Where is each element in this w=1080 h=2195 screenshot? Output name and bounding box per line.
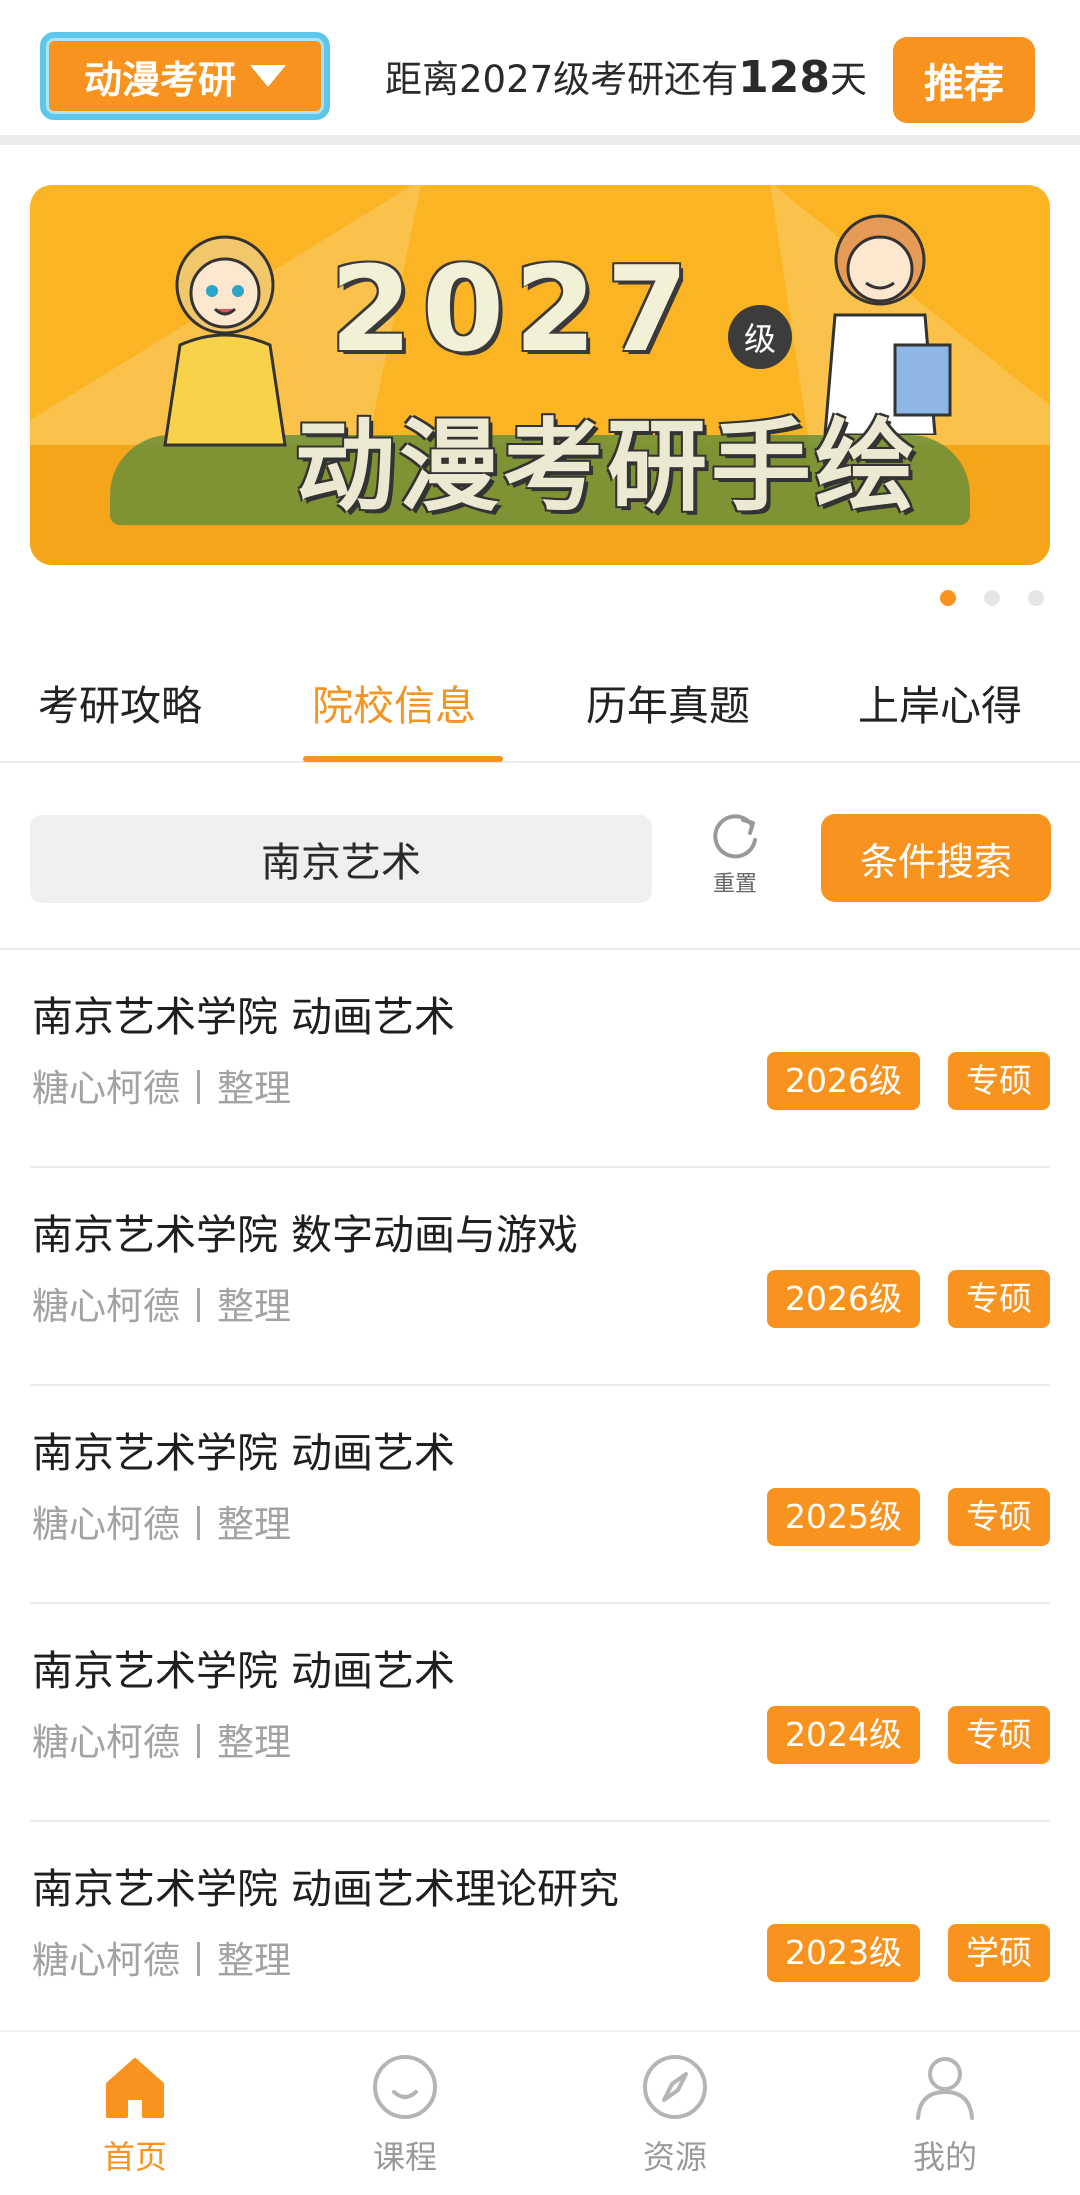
item-title: 南京艺术学院 动画艺术: [32, 993, 456, 1041]
tabbar-item-courses[interactable]: 课程: [330, 2052, 480, 2178]
list-item[interactable]: 南京艺术学院 动画艺术 糖心柯德丨整理 2024级 专硕: [30, 1604, 1050, 1822]
banner-slogan: 动漫考研手绘: [295, 408, 919, 525]
item-meta: 糖心柯德丨整理: [32, 1939, 291, 1982]
list-item[interactable]: 南京艺术学院 动画艺术 糖心柯德丨整理 2026级 专硕: [30, 950, 1050, 1168]
tabbar-label: 资源: [642, 2138, 707, 2176]
countdown-suffix: 天: [830, 58, 868, 101]
tabbar-item-resources[interactable]: 资源: [600, 2052, 750, 2178]
course-smile-icon: [373, 2055, 437, 2119]
tabbar-item-home[interactable]: 首页: [60, 2052, 210, 2178]
item-title: 南京艺术学院 数字动画与游戏: [32, 1211, 579, 1259]
search-bar: 重置 条件搜索: [0, 790, 1080, 950]
item-meta: 糖心柯德丨整理: [32, 1285, 291, 1328]
compass-icon: [643, 2055, 707, 2119]
item-tags: 2023级 学硕: [767, 1924, 1050, 1982]
carousel-dot[interactable]: [984, 590, 1000, 606]
refresh-icon: [713, 814, 757, 859]
banner-year-text: 2027: [330, 240, 699, 378]
home-icon: [106, 2058, 164, 2118]
filter-search-button[interactable]: 条件搜索: [821, 814, 1051, 902]
item-tags: 2024级 专硕: [767, 1706, 1050, 1764]
category-tabs: 考研攻略 院校信息 历年真题 上岸心得: [0, 650, 1080, 763]
item-meta: 糖心柯德丨整理: [32, 1503, 291, 1546]
year-badge: 2025级: [767, 1488, 920, 1546]
degree-badge: 专硕: [948, 1706, 1050, 1764]
reset-button[interactable]: 重置: [700, 808, 770, 898]
carousel-indicator: [940, 590, 1044, 606]
user-icon: [916, 2057, 974, 2120]
banner-character-left: [163, 235, 287, 447]
bottom-tab-bar: 首页 课程 资源 我的: [0, 2030, 1080, 2195]
app-switch-button[interactable]: 动漫考研: [40, 32, 330, 120]
item-tags: 2026级 专硕: [767, 1052, 1050, 1110]
item-title: 南京艺术学院 动画艺术: [32, 1647, 456, 1695]
countdown-days: 128: [738, 52, 831, 103]
top-bar: 动漫考研 距离2027级考研还有128天 推荐: [0, 0, 1080, 145]
carousel-dot[interactable]: [940, 590, 956, 606]
degree-badge: 专硕: [948, 1488, 1050, 1546]
banner-carousel[interactable]: 2027 级 动漫考研手绘: [30, 185, 1050, 565]
result-list: 南京艺术学院 动画艺术 糖心柯德丨整理 2026级 专硕 南京艺术学院 数字动画…: [0, 950, 1080, 2040]
tab-strategy[interactable]: 考研攻略: [38, 672, 202, 732]
tabbar-label: 首页: [102, 2138, 167, 2176]
year-badge: 2026级: [767, 1270, 920, 1328]
item-meta: 糖心柯德丨整理: [32, 1067, 291, 1110]
exam-countdown: 距离2027级考研还有128天: [385, 48, 867, 108]
item-title: 南京艺术学院 动画艺术理论研究: [32, 1865, 620, 1913]
countdown-prefix: 距离2027级考研还有: [385, 58, 739, 101]
item-title: 南京艺术学院 动画艺术: [32, 1429, 456, 1477]
carousel-dot[interactable]: [1028, 590, 1044, 606]
year-badge: 2026级: [767, 1052, 920, 1110]
tab-past-exams[interactable]: 历年真题: [586, 672, 750, 732]
item-tags: 2026级 专硕: [767, 1270, 1050, 1328]
degree-badge: 专硕: [948, 1052, 1050, 1110]
banner-grade-badge: 级: [728, 305, 792, 369]
year-badge: 2023级: [767, 1924, 920, 1982]
degree-badge: 学硕: [948, 1924, 1050, 1982]
item-tags: 2025级 专硕: [767, 1488, 1050, 1546]
reset-label: 重置: [712, 872, 757, 897]
tabbar-label: 我的: [912, 2138, 977, 2176]
tabbar-label: 课程: [372, 2138, 437, 2176]
list-item[interactable]: 南京艺术学院 数字动画与游戏 糖心柯德丨整理 2026级 专硕: [30, 1168, 1050, 1386]
recommend-button[interactable]: 推荐: [893, 37, 1035, 123]
tabbar-item-profile[interactable]: 我的: [870, 2052, 1020, 2178]
app-switch-label: 动漫考研: [83, 57, 236, 102]
caret-down-icon: [250, 65, 286, 87]
item-meta: 糖心柯德丨整理: [32, 1721, 291, 1764]
degree-badge: 专硕: [948, 1270, 1050, 1328]
year-badge: 2024级: [767, 1706, 920, 1764]
tab-experience[interactable]: 上岸心得: [858, 672, 1022, 732]
list-item[interactable]: 南京艺术学院 动画艺术理论研究 糖心柯德丨整理 2023级 学硕: [30, 1822, 1050, 2040]
active-tab-indicator: [303, 756, 503, 762]
tab-school-info[interactable]: 院校信息: [312, 672, 476, 732]
list-item[interactable]: 南京艺术学院 动画艺术 糖心柯德丨整理 2025级 专硕: [30, 1386, 1050, 1604]
search-input[interactable]: [30, 815, 652, 903]
